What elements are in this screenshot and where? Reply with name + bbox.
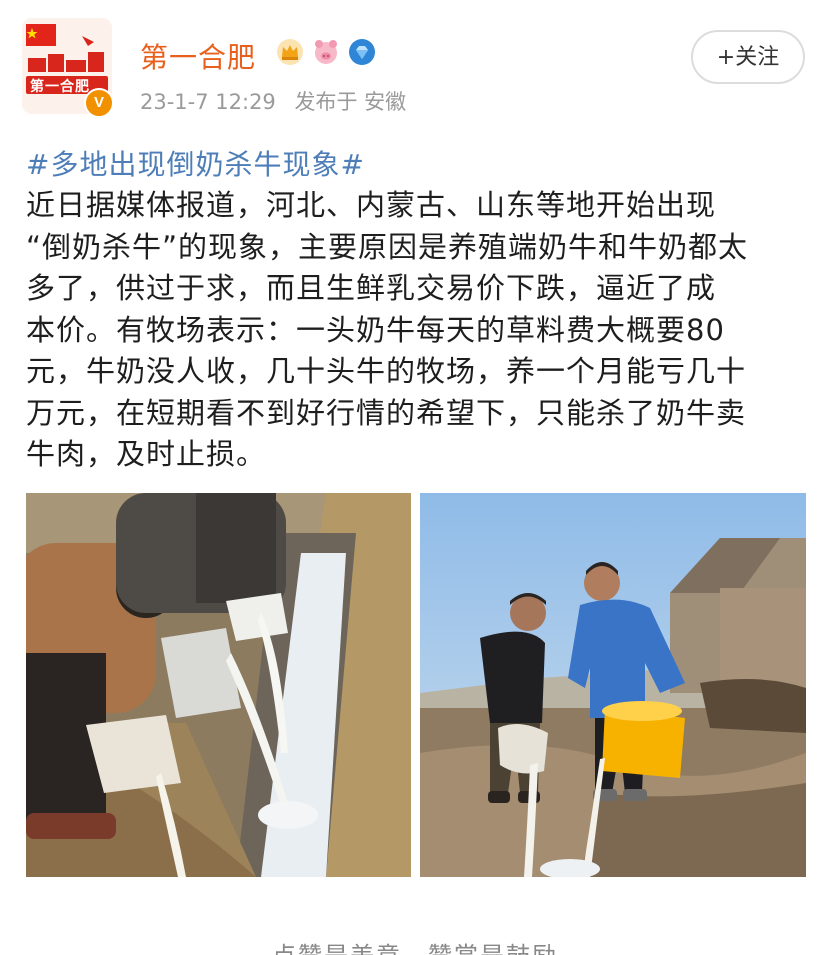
post-time: 23-1-7 12:29 (140, 90, 276, 114)
topic-hashtag-link[interactable]: #多地出现倒奶杀牛现象# (26, 143, 365, 183)
post-body-line: 本价。有牧场表示：一头奶牛每天的草料费大概要80 (26, 312, 725, 347)
post-body-line: 牛肉，及时止损。 (26, 437, 267, 471)
post-body-line: 多了，供过于求，而且生鲜乳交易价下跌，逼近了成 (26, 271, 717, 305)
verified-icon: V (84, 88, 114, 118)
post-body-line: 近日据媒体报道，河北、内蒙古、山东等地开始出现 (26, 188, 717, 222)
post-body-line: 元，牛奶没人收，几十头牛的牧场，养一个月能亏几十 (26, 354, 747, 388)
diamond-badge-icon[interactable] (348, 38, 376, 66)
crown-badge-icon[interactable] (276, 38, 304, 66)
post-footer: 点赞是美意，赞赏是鼓励 (0, 928, 833, 955)
post-image-2[interactable] (420, 493, 806, 877)
author-badges (276, 38, 376, 66)
author-name[interactable]: 第一合肥 (140, 36, 256, 76)
post-location: 发布于 安徽 (294, 90, 407, 114)
post-body-line: 万元，在短期看不到好行情的希望下，只能杀了奶牛卖 (26, 395, 747, 430)
post-body-line: “倒奶杀牛”的现象，主要原因是养殖端奶牛和牛奶都太 (26, 229, 749, 264)
footer-text: 点赞是美意，赞赏是鼓励 (272, 936, 558, 955)
follow-button[interactable]: +关注 (691, 30, 805, 84)
avatar-label: 第一合肥 (30, 79, 90, 95)
pig-badge-icon[interactable] (312, 38, 340, 66)
post-meta: 23-1-7 12:29 发布于 安徽 (140, 86, 418, 116)
post-body: 近日据媒体报道，河北、内蒙古、山东等地开始出现 “倒奶杀牛”的现象，主要原因是养… (26, 185, 816, 476)
post-image-1[interactable] (26, 493, 411, 877)
